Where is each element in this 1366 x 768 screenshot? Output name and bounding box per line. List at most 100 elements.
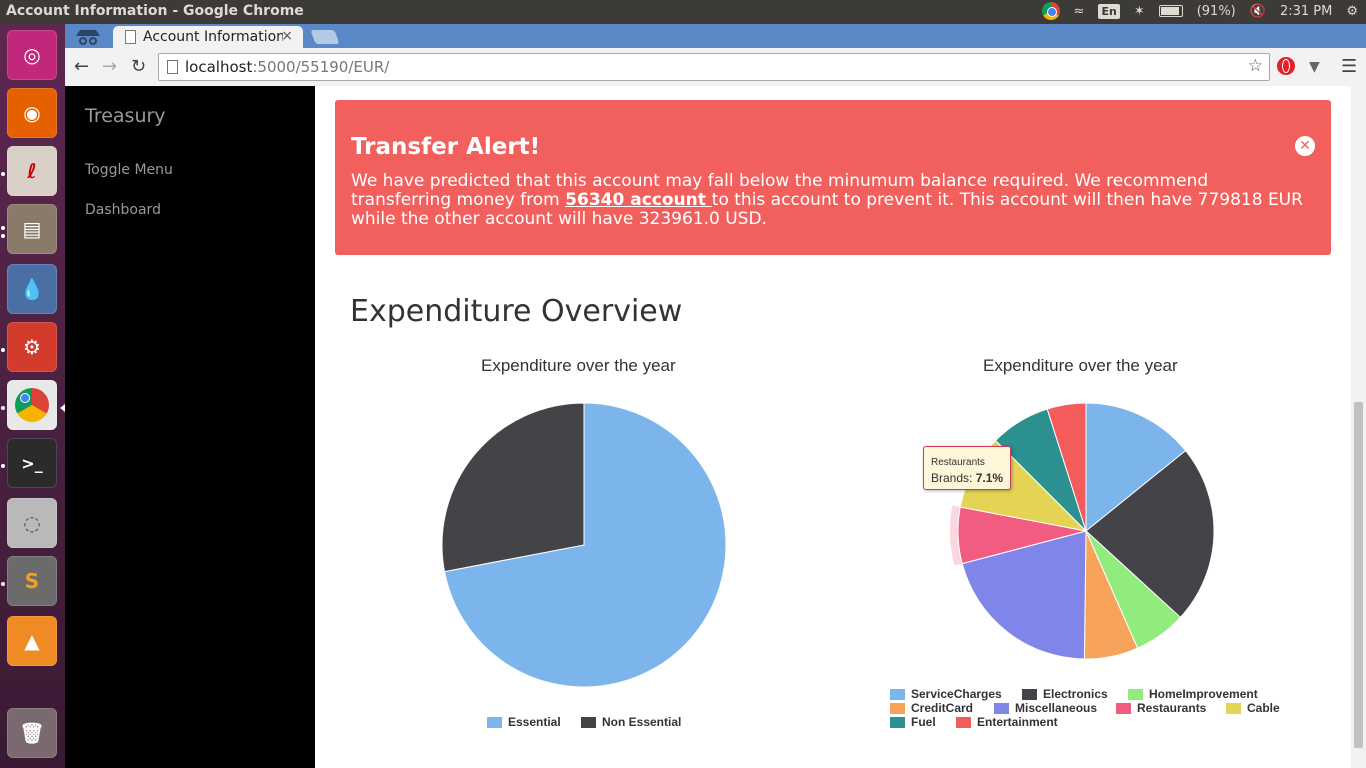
page-scrollbar[interactable] xyxy=(1351,86,1366,768)
legend-item-creditcard[interactable]: CreditCard xyxy=(890,701,973,715)
browser-tab-strip: Account Information × xyxy=(65,24,1366,48)
legend-swatch xyxy=(956,716,971,728)
trash-icon[interactable]: 🗑 xyxy=(7,708,57,758)
legend-swatch xyxy=(994,702,1009,714)
ubuntu-dash-icon[interactable]: ◎ xyxy=(7,30,57,80)
wifi-icon[interactable]: ≈ xyxy=(1074,4,1085,19)
sidebar: Treasury Toggle Menu Dashboard xyxy=(65,86,315,768)
legend-item-non-essential[interactable]: Non Essential xyxy=(581,715,681,729)
extension-icon[interactable]: ▼ xyxy=(1309,59,1320,75)
terminal-icon[interactable]: >_ xyxy=(7,438,57,488)
running-indicator xyxy=(1,348,5,352)
legend-item-homeimprovement[interactable]: HomeImprovement xyxy=(1128,687,1258,701)
firefox-icon[interactable]: ◉ xyxy=(7,88,57,138)
keyboard-layout-indicator[interactable]: En xyxy=(1098,3,1120,19)
legend-item-electronics[interactable]: Electronics xyxy=(1022,687,1108,701)
legend-swatch xyxy=(890,688,905,700)
expenditure-pie-chart xyxy=(441,402,727,688)
sidebar-item-dashboard[interactable]: Dashboard xyxy=(85,202,161,218)
system-settings-gear-icon[interactable]: ⚙ xyxy=(1346,4,1358,19)
chart2-legend: ServiceCharges Electronics HomeImprovement… xyxy=(890,687,1310,731)
legend-label: Cable xyxy=(1247,701,1280,715)
volume-muted-icon[interactable]: 🔇 xyxy=(1250,4,1266,19)
legend-item-entertainment[interactable]: Entertainment xyxy=(956,715,1058,729)
tooltip-value-line: Brands: 7.1% xyxy=(931,471,1004,485)
opera-extension-icon[interactable] xyxy=(1277,57,1295,75)
legend-item-servicecharges[interactable]: ServiceCharges xyxy=(890,687,1002,701)
chrome-menu-icon[interactable]: ☰ xyxy=(1341,56,1357,77)
back-arrow-icon[interactable]: ← xyxy=(74,56,89,77)
section-title: Expenditure Overview xyxy=(350,294,683,329)
chart1-legend: Essential Non Essential xyxy=(487,715,737,731)
running-indicator xyxy=(1,226,5,230)
battery-percentage[interactable]: (91%) xyxy=(1197,4,1236,19)
address-bar[interactable]: localhost:5000/55190/EUR/ ☆ xyxy=(158,53,1270,81)
page-icon xyxy=(125,30,136,44)
system-top-panel: Account Information - Google Chrome ≈ En… xyxy=(0,0,1366,24)
new-tab-button[interactable] xyxy=(310,30,340,44)
clock[interactable]: 2:31 PM xyxy=(1280,4,1332,19)
chart1-title: Expenditure over the year xyxy=(481,356,676,375)
legend-swatch xyxy=(1116,702,1131,714)
incognito-icon xyxy=(71,26,105,46)
legend-swatch xyxy=(1128,688,1143,700)
browser-tab[interactable]: Account Information × xyxy=(113,26,303,48)
system-tray: ≈ En ✶ (91%) 🔇 2:31 PM ⚙ xyxy=(1041,2,1358,20)
running-indicator xyxy=(1,406,5,410)
chrome-icon[interactable] xyxy=(7,380,57,430)
tab-close-icon[interactable]: × xyxy=(281,28,293,44)
legend-item-essential[interactable]: Essential xyxy=(487,715,561,729)
expenditure-category-pie-chart xyxy=(950,402,1215,660)
url-text[interactable]: localhost:5000/55190/EUR/ xyxy=(185,58,389,76)
legend-label: Entertainment xyxy=(977,715,1058,729)
bluetooth-icon[interactable]: ✶ xyxy=(1134,4,1145,19)
legend-item-miscellaneous[interactable]: Miscellaneous xyxy=(994,701,1097,715)
scrollbar-thumb[interactable] xyxy=(1354,402,1363,748)
account-link[interactable]: 56340 account xyxy=(565,190,712,210)
legend-label: Restaurants xyxy=(1137,701,1207,715)
legend-swatch xyxy=(487,716,502,728)
sidebar-item-toggle-menu[interactable]: Toggle Menu xyxy=(85,162,173,178)
legend-label: Non Essential xyxy=(602,715,682,729)
pie-slice-non-essential[interactable] xyxy=(441,402,585,573)
forward-arrow-icon[interactable]: → xyxy=(102,56,117,77)
chrome-indicator-icon[interactable] xyxy=(1041,2,1060,20)
legend-swatch xyxy=(890,702,905,714)
disk-icon[interactable]: ◌ xyxy=(7,498,57,548)
chart2-title: Expenditure over the year xyxy=(983,356,1178,375)
chart-tooltip: Restaurants Brands: 7.1% xyxy=(923,446,1011,490)
page-info-icon[interactable] xyxy=(167,60,178,74)
legend-label: Miscellaneous xyxy=(1015,701,1098,715)
window-title: Account Information - Google Chrome xyxy=(6,3,304,19)
sublime-text-icon[interactable]: S xyxy=(7,556,57,606)
running-indicator xyxy=(1,172,5,176)
bookmark-star-icon[interactable]: ☆ xyxy=(1248,56,1263,76)
legend-label: Fuel xyxy=(911,715,936,729)
alert-close-icon[interactable]: ✕ xyxy=(1295,136,1315,156)
running-indicator xyxy=(1,234,5,238)
running-indicator xyxy=(1,582,5,586)
files-icon[interactable]: ▤ xyxy=(7,204,57,254)
transfer-alert: Transfer Alert! We have predicted that t… xyxy=(335,100,1331,255)
legend-item-fuel[interactable]: Fuel xyxy=(890,715,936,729)
main-content: Transfer Alert! We have predicted that t… xyxy=(315,86,1351,768)
legend-label: HomeImprovement xyxy=(1149,687,1258,701)
tooltip-category: Restaurants xyxy=(931,457,985,468)
system-settings-icon[interactable]: ⚙ xyxy=(7,322,57,372)
gcloud-drop-icon[interactable]: 💧 xyxy=(7,264,57,314)
battery-icon[interactable] xyxy=(1158,5,1183,17)
alert-message: We have predicted that this account may … xyxy=(351,171,1303,229)
legend-label: CreditCard xyxy=(911,701,974,715)
tab-title: Account Information xyxy=(143,29,283,45)
alert-title: Transfer Alert! xyxy=(351,134,541,160)
sidebar-brand[interactable]: Treasury xyxy=(85,105,166,127)
legend-label: Essential xyxy=(508,715,561,729)
reload-icon[interactable]: ↻ xyxy=(131,56,146,77)
legend-item-cable[interactable]: Cable xyxy=(1226,701,1280,715)
vlc-icon[interactable]: ▲ xyxy=(7,616,57,666)
running-indicator xyxy=(1,464,5,468)
legend-swatch xyxy=(1022,688,1037,700)
legend-item-restaurants[interactable]: Restaurants xyxy=(1116,701,1206,715)
document-viewer-icon[interactable]: ℓ xyxy=(7,146,57,196)
browser-toolbar: ← → ↻ localhost:5000/55190/EUR/ ☆ ▼ ☰ xyxy=(65,48,1366,87)
